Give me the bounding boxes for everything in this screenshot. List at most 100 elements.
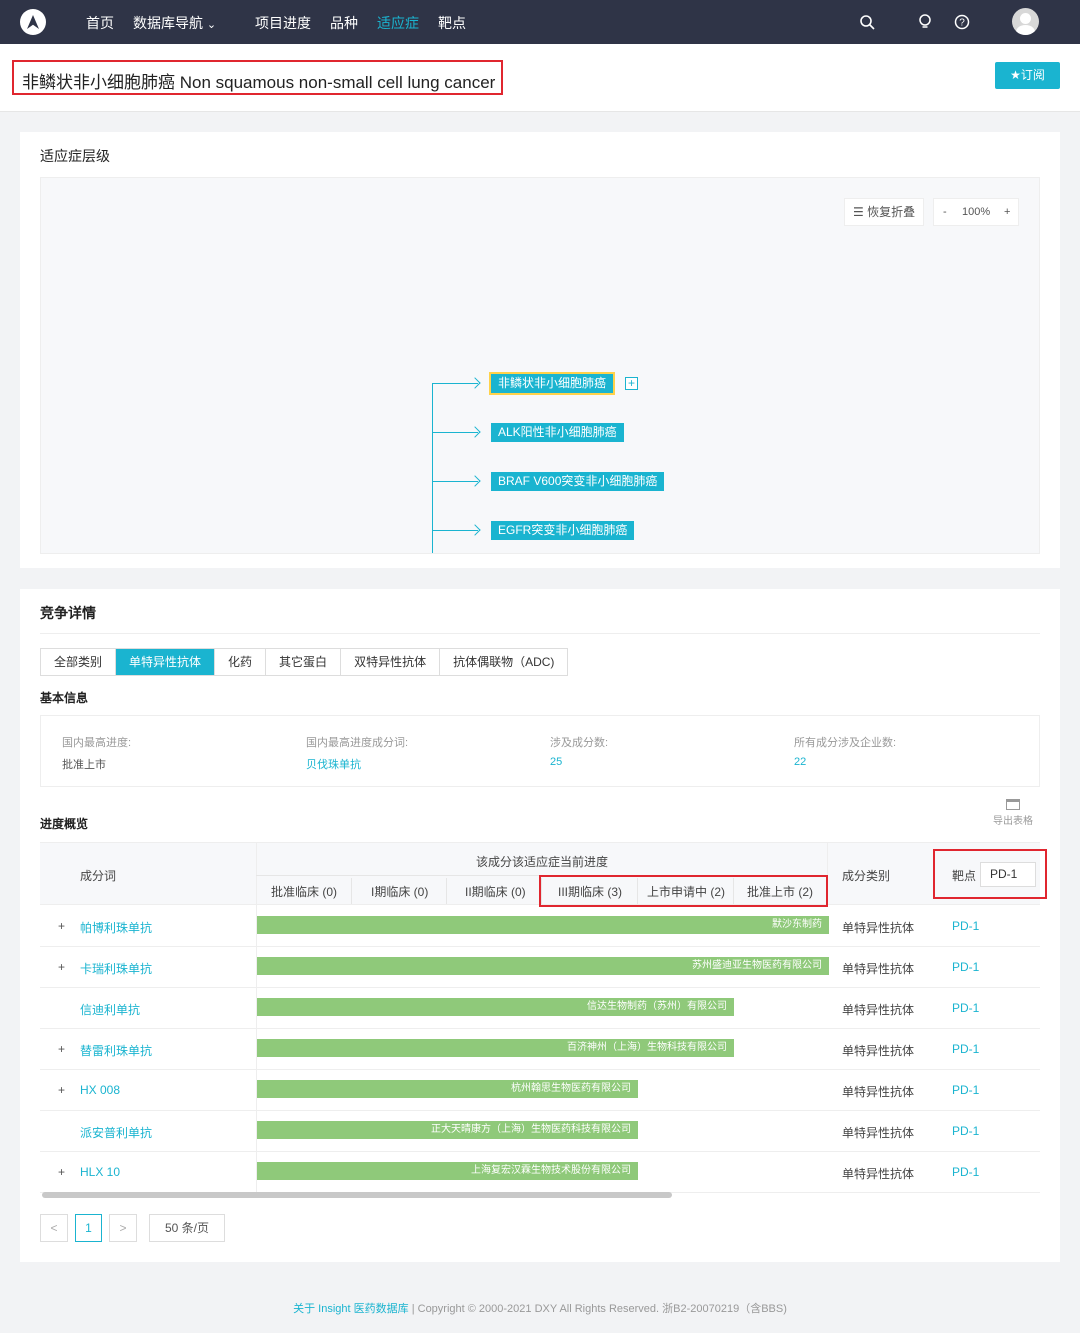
stage-separator (351, 878, 352, 904)
tree-node[interactable]: ALK阳性非小细胞肺癌 (491, 423, 624, 442)
progress-bar: 信达生物制药（苏州）有限公司 (257, 998, 734, 1016)
expand-row-icon[interactable]: + (58, 1083, 65, 1097)
target-link[interactable]: PD-1 (952, 1124, 979, 1138)
page-size-select[interactable]: 50 条/页 (149, 1214, 225, 1242)
component-name-link[interactable]: HLX 10 (80, 1165, 120, 1179)
info-company-count: 所有成分涉及企业数: 22 (794, 734, 896, 768)
category-cell: 单特异性抗体 (842, 1167, 915, 1181)
nav-progress[interactable]: 项目进度 (255, 13, 311, 33)
tab-adc[interactable]: 抗体偶联物（ADC) (440, 649, 567, 675)
hierarchy-canvas[interactable]: ☰ 恢复折叠 - 100% + 非鳞状非小细胞肺癌 + ALK阳性非小细胞肺癌 … (40, 177, 1040, 554)
info-value-link[interactable]: 22 (794, 756, 896, 768)
info-highest-stage: 国内最高进度: 批准上市 (62, 734, 131, 772)
col-category: 成分类别 (842, 869, 891, 883)
table-row[interactable]: + 卡瑞利珠单抗 苏州盛迪亚生物医药有限公司 单特异性抗体 PD-1 (40, 947, 1040, 988)
expand-row-icon[interactable]: + (58, 1165, 65, 1179)
component-name-link[interactable]: 帕博利珠单抗 (80, 919, 152, 936)
zoom-control: - 100% + (933, 198, 1019, 226)
expand-row-icon[interactable]: + (58, 960, 65, 974)
restore-label: 恢复折叠 (867, 205, 916, 219)
tab-chemical[interactable]: 化药 (215, 649, 267, 675)
target-link[interactable]: PD-1 (952, 919, 979, 933)
info-value-link[interactable]: 25 (550, 756, 608, 768)
top-nav: 首页 数据库导航 ⌄ 项目进度 品种 适应症 靶点 ? (0, 0, 1080, 44)
table-row[interactable]: + HX 008 杭州翰思生物医药有限公司 单特异性抗体 PD-1 (40, 1070, 1040, 1111)
zoom-out-button[interactable]: - (943, 199, 947, 225)
nav-variety[interactable]: 品种 (330, 13, 358, 33)
expand-row-icon[interactable]: + (58, 1042, 65, 1056)
zoom-in-button[interactable]: + (1004, 199, 1010, 225)
help-icon[interactable]: ? (954, 14, 970, 30)
target-link[interactable]: PD-1 (952, 1165, 979, 1179)
target-link[interactable]: PD-1 (952, 960, 979, 974)
tab-all[interactable]: 全部类别 (41, 649, 117, 675)
component-name-link[interactable]: 卡瑞利珠单抗 (80, 960, 152, 977)
next-page-button[interactable]: > (109, 1214, 137, 1242)
category-cell: 单特异性抗体 (842, 1126, 915, 1140)
target-link[interactable]: PD-1 (952, 1001, 979, 1015)
nav-indication[interactable]: 适应症 (377, 13, 419, 33)
nav-database[interactable]: 数据库导航 ⌄ (133, 13, 216, 33)
tree-branch (432, 432, 478, 433)
table-row[interactable]: + 替雷利珠单抗 百济神州（上海）生物科技有限公司 单特异性抗体 PD-1 (40, 1029, 1040, 1070)
logo-icon[interactable] (20, 9, 46, 35)
footer: 关于 Insight 医药数据库 | Copyright © 2000-2021… (0, 1300, 1080, 1316)
tree-connector (432, 383, 433, 553)
about-link[interactable]: 关于 Insight 医药数据库 (293, 1303, 409, 1315)
expand-row-icon[interactable]: + (58, 919, 65, 933)
info-value-link[interactable]: 贝伐珠单抗 (306, 756, 408, 772)
nav-target[interactable]: 靶点 (438, 13, 466, 33)
category-cell: 单特异性抗体 (842, 1085, 915, 1099)
component-name-link[interactable]: 信迪利单抗 (80, 1001, 140, 1018)
subscribe-button[interactable]: ★订阅 (995, 62, 1060, 89)
chevron-down-icon: ⌄ (206, 19, 217, 31)
nav-home[interactable]: 首页 (86, 13, 114, 33)
tree-node[interactable]: BRAF V600突变非小细胞肺癌 (491, 472, 665, 491)
component-name-link[interactable]: 派安普利单抗 (80, 1124, 152, 1141)
tab-bispecific[interactable]: 双特异性抗体 (341, 649, 441, 675)
table-row[interactable]: 信迪利单抗 信达生物制药（苏州）有限公司 单特异性抗体 PD-1 (40, 988, 1040, 1029)
bulb-icon[interactable] (917, 14, 933, 30)
component-name-link[interactable]: HX 008 (80, 1083, 120, 1097)
expand-node-icon[interactable]: + (625, 377, 638, 390)
tree-branch (432, 481, 478, 482)
avatar[interactable] (1012, 8, 1039, 35)
progress-bar: 百济神州（上海）生物科技有限公司 (257, 1039, 734, 1057)
page-title: 非鳞状非小细胞肺癌 Non squamous non-small cell lu… (12, 60, 504, 95)
tree-node-current[interactable]: 非鳞状非小细胞肺癌 (488, 372, 616, 395)
target-highlight-box (933, 849, 1047, 899)
table-row[interactable]: + HLX 10 上海复宏汉霖生物技术股份有限公司 单特异性抗体 PD-1 (40, 1152, 1040, 1193)
info-component-count: 涉及成分数: 25 (550, 734, 608, 768)
category-tabs: 全部类别 单特异性抗体 化药 其它蛋白 双特异性抗体 抗体偶联物（ADC) (40, 648, 569, 676)
export-table-button[interactable]: 导出表格 (988, 799, 1038, 827)
stage-highlight-box (539, 875, 828, 907)
table-row[interactable]: 派安普利单抗 正大天晴康方（上海）生物医药科技有限公司 单特异性抗体 PD-1 (40, 1111, 1040, 1152)
tree-node[interactable]: EGFR突变非小细胞肺癌 (491, 521, 635, 540)
page-1-button[interactable]: 1 (75, 1214, 102, 1242)
basic-info-panel: 国内最高进度: 批准上市 国内最高进度成分词: 贝伐珠单抗 涉及成分数: 25 所有成… (40, 715, 1040, 787)
hierarchy-card: 适应症层级 ☰ 恢复折叠 - 100% + 非鳞状非小细胞肺癌 + ALK阳性非… (20, 132, 1060, 568)
info-highest-component: 国内最高进度成分词: 贝伐珠单抗 (306, 734, 408, 772)
export-label: 导出表格 (993, 816, 1033, 827)
info-label: 国内最高进度成分词: (306, 737, 409, 749)
category-cell: 单特异性抗体 (842, 921, 915, 935)
restore-collapse-button[interactable]: ☰ 恢复折叠 (844, 198, 925, 226)
stage-approved-trial: 批准临床 (0) (271, 885, 338, 899)
list-icon: ☰ (853, 205, 864, 219)
component-name-link[interactable]: 替雷利珠单抗 (80, 1042, 152, 1059)
competition-title: 竞争详情 (40, 605, 96, 621)
table-row[interactable]: + 帕博利珠单抗 默沙东制药 单特异性抗体 PD-1 (40, 906, 1040, 947)
basic-info-title: 基本信息 (40, 691, 89, 705)
target-link[interactable]: PD-1 (952, 1042, 979, 1056)
prev-page-button[interactable]: < (40, 1214, 68, 1242)
search-icon[interactable] (859, 14, 875, 30)
footer-separator: | (411, 1303, 415, 1315)
tab-other-protein[interactable]: 其它蛋白 (266, 649, 342, 675)
target-link[interactable]: PD-1 (952, 1083, 979, 1097)
hierarchy-title: 适应症层级 (40, 148, 110, 164)
progress-table: 成分词 该成分该适应症当前进度 批准临床 (0) I期临床 (0) II期临床 … (40, 842, 1047, 1198)
col-component: 成分词 (80, 869, 117, 883)
tab-mono-antibody[interactable]: 单特异性抗体 (116, 649, 216, 675)
progress-bar: 苏州盛迪亚生物医药有限公司 (257, 957, 829, 975)
horizontal-scrollbar[interactable] (42, 1192, 672, 1198)
